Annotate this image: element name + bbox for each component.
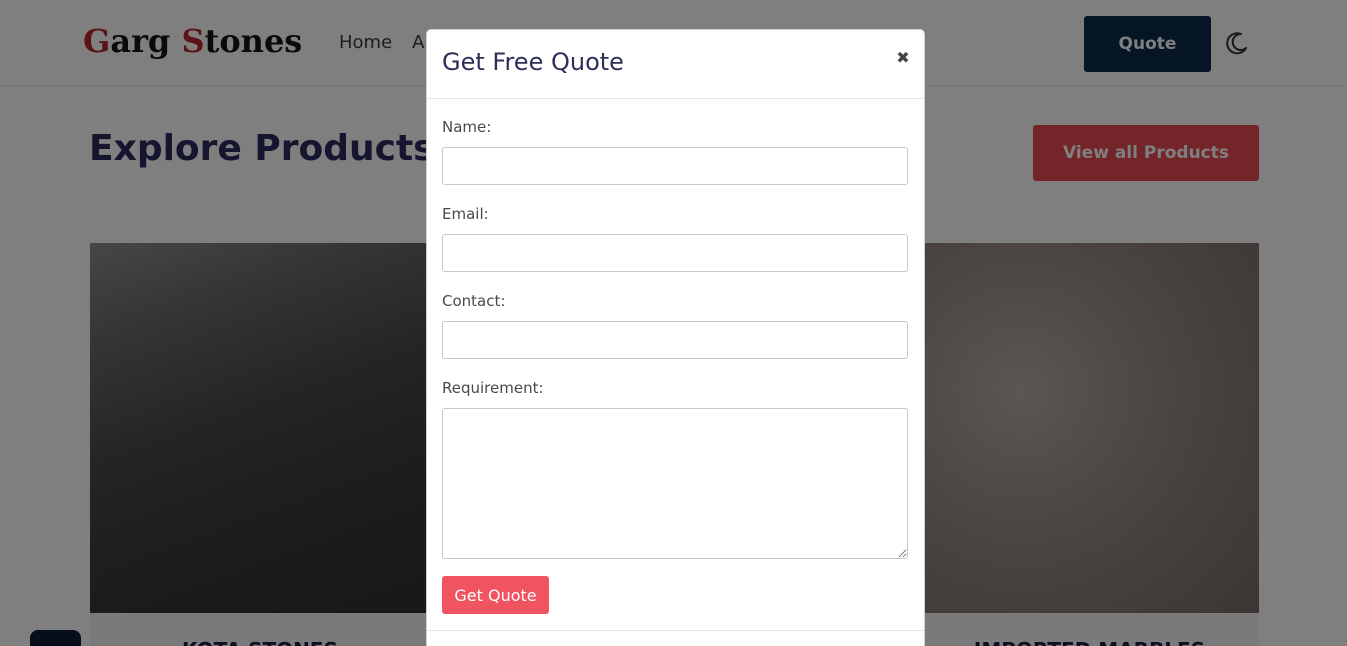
requirement-label: Requirement: xyxy=(442,379,544,397)
email-input[interactable] xyxy=(442,234,908,272)
modal-header: Get Free Quote ✖ xyxy=(427,30,924,99)
modal-footer-divider xyxy=(427,630,924,631)
contact-input[interactable] xyxy=(442,321,908,359)
contact-label: Contact: xyxy=(442,292,506,310)
modal-title: Get Free Quote xyxy=(442,48,624,76)
close-icon[interactable]: ✖ xyxy=(895,48,911,67)
get-quote-submit-button[interactable]: Get Quote xyxy=(442,576,549,614)
email-label: Email: xyxy=(442,205,489,223)
name-label: Name: xyxy=(442,118,492,136)
name-input[interactable] xyxy=(442,147,908,185)
requirement-textarea[interactable] xyxy=(442,408,908,559)
quote-modal: Get Free Quote ✖ Name: Email: Contact: R… xyxy=(426,29,925,646)
